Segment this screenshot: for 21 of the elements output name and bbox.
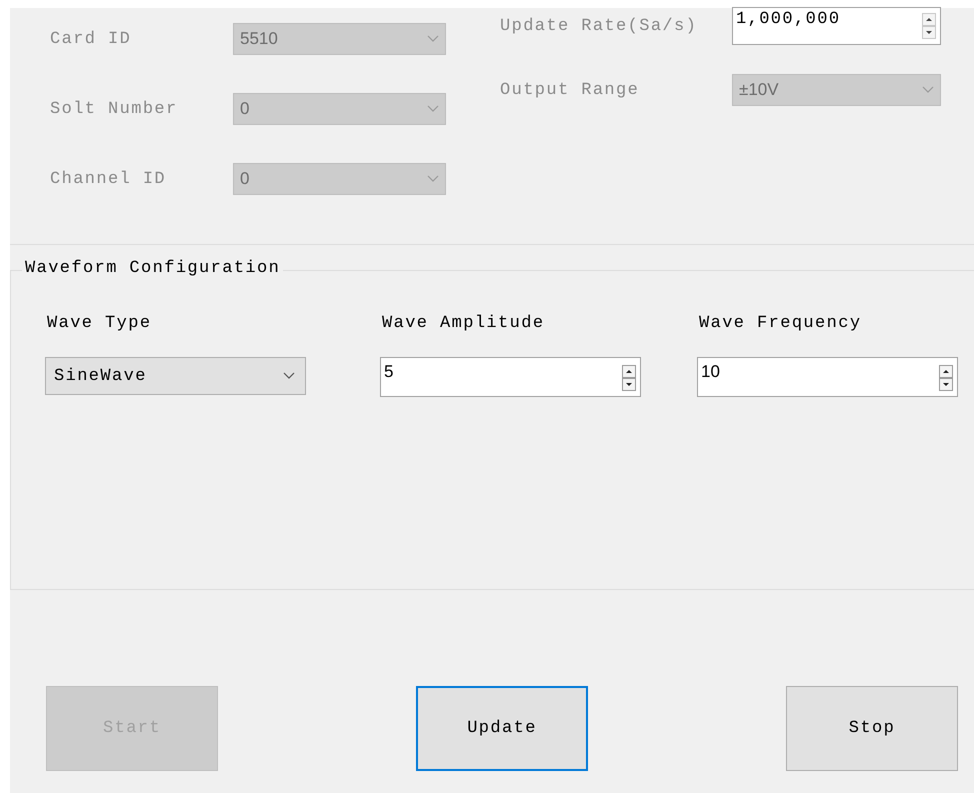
chevron-down-icon [922,86,934,94]
spin-arrows-icon[interactable] [939,365,953,391]
spin-field[interactable]: 5 [380,357,641,397]
dropdown[interactable]: SineWave [45,357,306,395]
chevron-down-icon [427,175,439,183]
field-label: Solt Number [50,100,179,118]
field-label: Card ID [50,30,132,48]
field-label: Wave Type [46,314,152,333]
field-label: Channel ID [50,170,168,188]
action-button[interactable]: Stop [786,686,958,771]
group-title: Waveform Configuration [22,259,284,278]
action-button[interactable]: Update [416,686,588,771]
field-label: Wave Amplitude [381,314,546,333]
field-label: Output Range [500,80,640,100]
spin-field[interactable]: 10 [697,357,958,397]
chevron-down-icon [283,372,295,380]
chevron-down-icon [427,105,439,113]
field-label: Wave Frequency [698,314,862,333]
field-label: Update Rate(Sa/s) [500,16,698,36]
spin-arrows-icon[interactable] [622,365,636,391]
chevron-down-icon [427,35,439,43]
